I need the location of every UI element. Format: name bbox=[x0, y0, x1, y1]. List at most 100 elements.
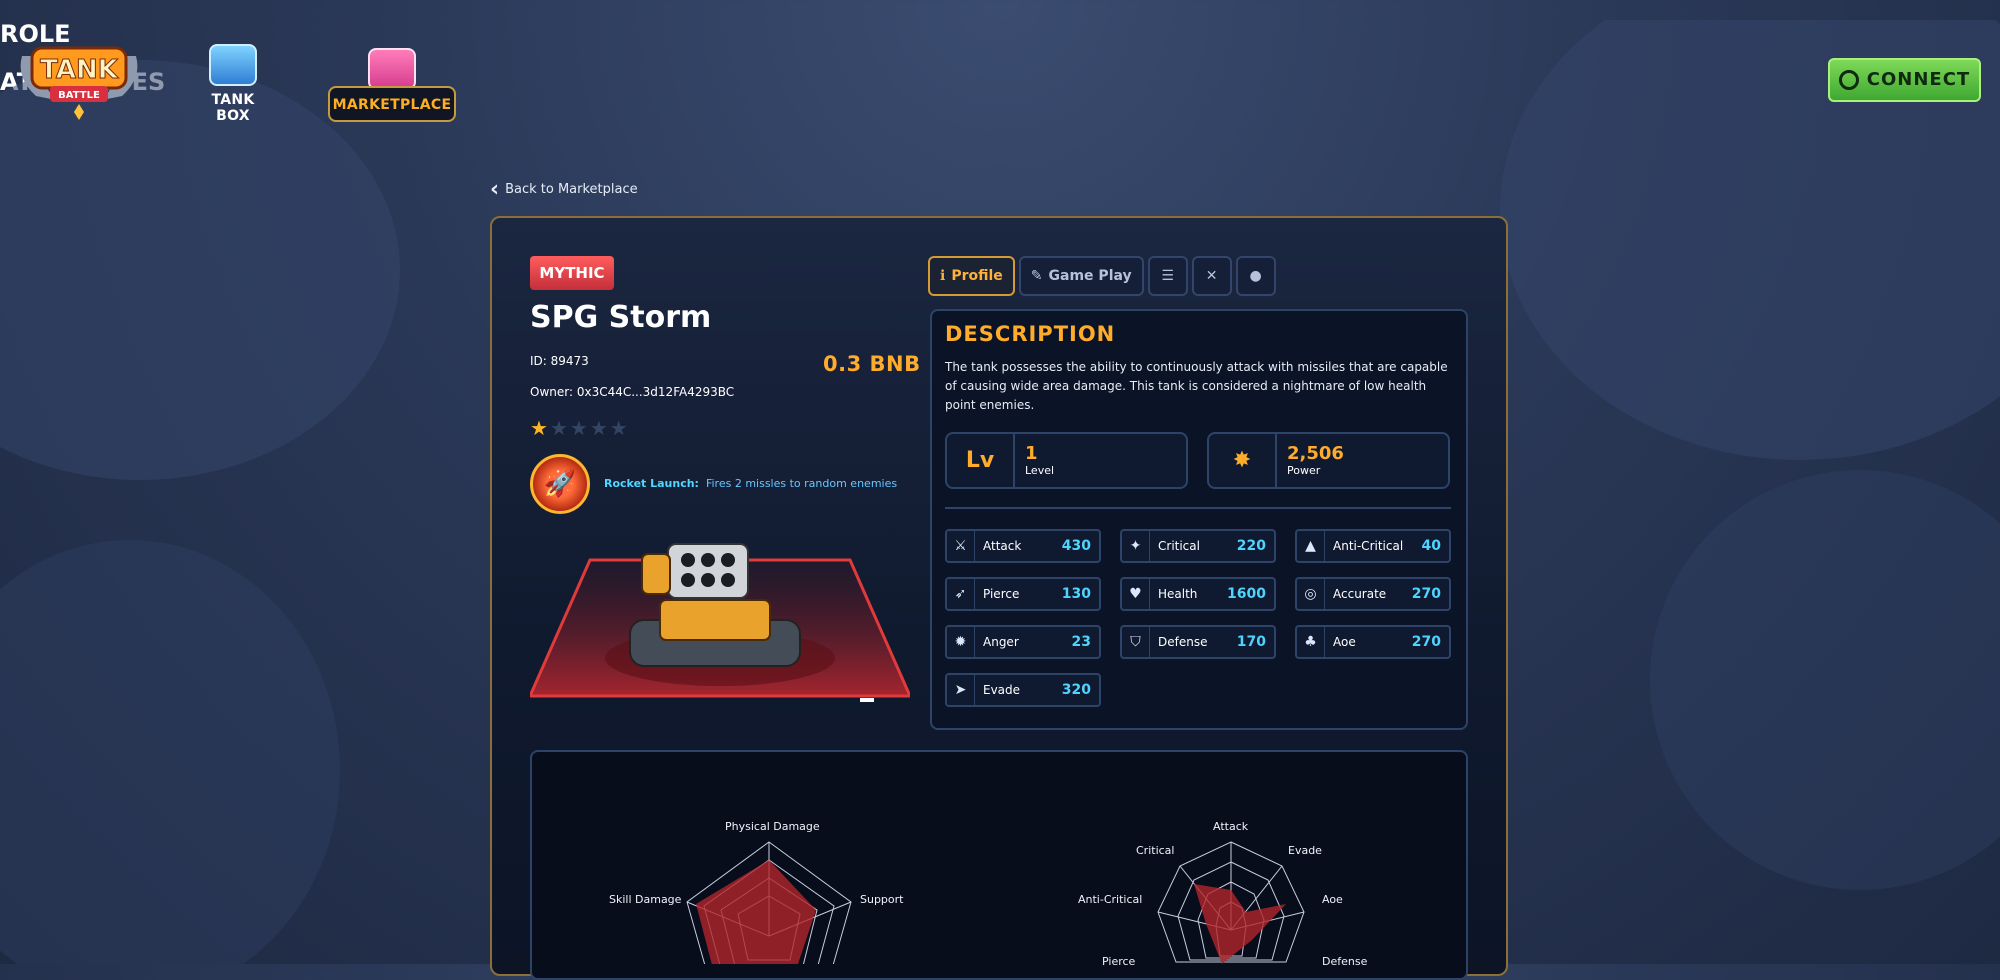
stat-value: 40 bbox=[1421, 537, 1441, 554]
rarity-badge: MYTHIC bbox=[530, 255, 614, 290]
tab-game-play-label: Game Play bbox=[1048, 267, 1132, 284]
attribute-axis-label: Anti-Critical bbox=[1078, 892, 1143, 906]
stat-pierce: ➶ Pierce 130 bbox=[945, 576, 1101, 611]
target-icon: ◎ bbox=[1297, 578, 1325, 609]
stat-label: Health bbox=[1158, 586, 1198, 601]
role-attributes-panel bbox=[530, 749, 1468, 980]
level-value: 1 bbox=[1025, 443, 1038, 465]
gameplay-icon: ✎ bbox=[1030, 267, 1043, 284]
stat-evade: ➤ Evade 320 bbox=[945, 672, 1101, 707]
stat-defense: ⛉ Defense 170 bbox=[1120, 624, 1276, 659]
power-card: ✸ 2,506 Power bbox=[1207, 431, 1450, 489]
tab-element[interactable]: ● bbox=[1235, 255, 1276, 296]
tank-box-icon bbox=[209, 43, 257, 86]
info-icon: ℹ bbox=[940, 267, 946, 284]
star-empty-icon: ★ bbox=[569, 415, 588, 440]
tools-icon: ✕ bbox=[1205, 267, 1218, 284]
description-text: The tank possesses the ability to contin… bbox=[945, 359, 1448, 412]
tank-id: ID: 89473 bbox=[530, 353, 589, 368]
description-title: DESCRIPTION bbox=[945, 321, 1116, 346]
stat-health: ♥ Health 1600 bbox=[1120, 576, 1276, 611]
tab-profile-label: Profile bbox=[951, 267, 1003, 284]
skill-name: Rocket Launch: bbox=[604, 476, 699, 490]
stat-label: Pierce bbox=[983, 586, 1020, 601]
connect-wallet-button[interactable]: CONNECT bbox=[1828, 57, 1981, 102]
rocket-skill-icon: 🚀 bbox=[530, 453, 590, 514]
tank-price: 0.3 BNB bbox=[823, 351, 921, 376]
stat-value: 170 bbox=[1236, 633, 1266, 650]
stat-value: 270 bbox=[1411, 585, 1441, 602]
tank-owner: Owner: 0x3C44C...3d12FA4293BC bbox=[530, 384, 735, 399]
evade-icon: ➤ bbox=[947, 674, 975, 705]
level-icon: Lv bbox=[947, 433, 1015, 487]
stat-accurate: ◎ Accurate 270 bbox=[1295, 576, 1451, 611]
drop-icon: ● bbox=[1249, 267, 1262, 284]
stat-label: Attack bbox=[983, 538, 1022, 553]
marketplace-icon bbox=[368, 47, 416, 90]
tab-game-play[interactable]: ✎ Game Play bbox=[1018, 255, 1144, 296]
level-card: Lv 1 Level bbox=[945, 431, 1188, 489]
stat-aoe: ♣ Aoe 270 bbox=[1295, 624, 1451, 659]
detail-tabs: ℹ Profile ✎ Game Play ☰ ✕ ● bbox=[928, 255, 1276, 296]
level-label: Level bbox=[1025, 464, 1055, 478]
star-rating: ★ ★ ★ ★ ★ bbox=[530, 416, 628, 440]
pierce-icon: ➶ bbox=[947, 578, 975, 609]
stat-value: 320 bbox=[1061, 681, 1091, 698]
stat-label: Defense bbox=[1158, 634, 1208, 649]
stat-value: 430 bbox=[1061, 537, 1091, 554]
heart-icon: ♥ bbox=[1122, 578, 1150, 609]
power-value: 2,506 bbox=[1287, 443, 1344, 465]
stat-label: Anger bbox=[983, 634, 1019, 649]
nav-tank-box[interactable]: TANK BOX bbox=[196, 43, 270, 124]
sword-icon: ⚔ bbox=[947, 530, 975, 561]
svg-text:TANK: TANK bbox=[40, 55, 119, 85]
power-icon: ✸ bbox=[1209, 433, 1277, 487]
stat-value: 270 bbox=[1411, 633, 1441, 650]
stat-attack: ⚔ Attack 430 bbox=[945, 528, 1101, 563]
stat-label: Anti-Critical bbox=[1333, 538, 1404, 553]
divider bbox=[945, 506, 1451, 509]
attribute-axis-label: Evade bbox=[1288, 843, 1322, 857]
skill-info: Rocket Launch: Fires 2 missles to random… bbox=[604, 477, 897, 490]
stat-critical: ✦ Critical 220 bbox=[1120, 528, 1276, 563]
stat-value: 1600 bbox=[1227, 585, 1266, 602]
stat-anti-critical: ▲ Anti-Critical 40 bbox=[1295, 528, 1451, 563]
stat-value: 130 bbox=[1061, 585, 1091, 602]
star-empty-icon: ★ bbox=[609, 415, 628, 440]
top-navigation: TANK BATTLE TANK BOX MARKETPLACE CONNECT bbox=[0, 20, 2000, 130]
role-axis-label: Skill Damage bbox=[609, 892, 682, 906]
star-empty-icon: ★ bbox=[589, 415, 608, 440]
shield-icon: ⛉ bbox=[1122, 626, 1150, 657]
anti-critical-icon: ▲ bbox=[1297, 530, 1325, 561]
tab-tools[interactable]: ✕ bbox=[1191, 255, 1232, 296]
anger-icon: ✹ bbox=[947, 626, 975, 657]
attribute-axis-label: Attack bbox=[1213, 819, 1249, 833]
bar-chart-icon: ☰ bbox=[1161, 267, 1174, 284]
power-label: Power bbox=[1287, 464, 1321, 478]
role-axis-label: Physical Damage bbox=[725, 819, 820, 833]
attribute-axis-label: Pierce bbox=[1102, 954, 1136, 968]
attribute-axis-label: Critical bbox=[1136, 843, 1175, 857]
stat-anger: ✹ Anger 23 bbox=[945, 624, 1101, 659]
svg-text:BATTLE: BATTLE bbox=[58, 90, 100, 101]
nav-marketplace[interactable]: MARKETPLACE bbox=[328, 44, 456, 122]
aoe-icon: ♣ bbox=[1297, 626, 1325, 657]
back-to-marketplace-link[interactable]: ‹ Back to Marketplace bbox=[490, 178, 638, 200]
tank-battle-logo[interactable]: TANK BATTLE bbox=[16, 38, 142, 120]
connect-label: CONNECT bbox=[1866, 69, 1971, 91]
tab-stats[interactable]: ☰ bbox=[1147, 255, 1188, 296]
role-axis-label: Support bbox=[860, 892, 904, 906]
stat-label: Accurate bbox=[1333, 586, 1387, 601]
star-filled-icon: ★ bbox=[530, 415, 548, 440]
attribute-axis-label: Defense bbox=[1322, 954, 1368, 968]
attributes-radar-chart bbox=[1157, 841, 1305, 964]
nav-tank-box-label: TANK BOX bbox=[211, 91, 255, 124]
skill-description: Fires 2 missles to random enemies bbox=[705, 476, 898, 490]
role-radar-chart bbox=[686, 841, 852, 964]
critical-icon: ✦ bbox=[1122, 530, 1150, 561]
tab-profile[interactable]: ℹ Profile bbox=[928, 255, 1015, 296]
stat-value: 23 bbox=[1071, 633, 1091, 650]
tank-preview bbox=[527, 520, 913, 704]
tank-name: SPG Storm bbox=[530, 299, 712, 335]
nav-marketplace-label: MARKETPLACE bbox=[328, 85, 456, 122]
